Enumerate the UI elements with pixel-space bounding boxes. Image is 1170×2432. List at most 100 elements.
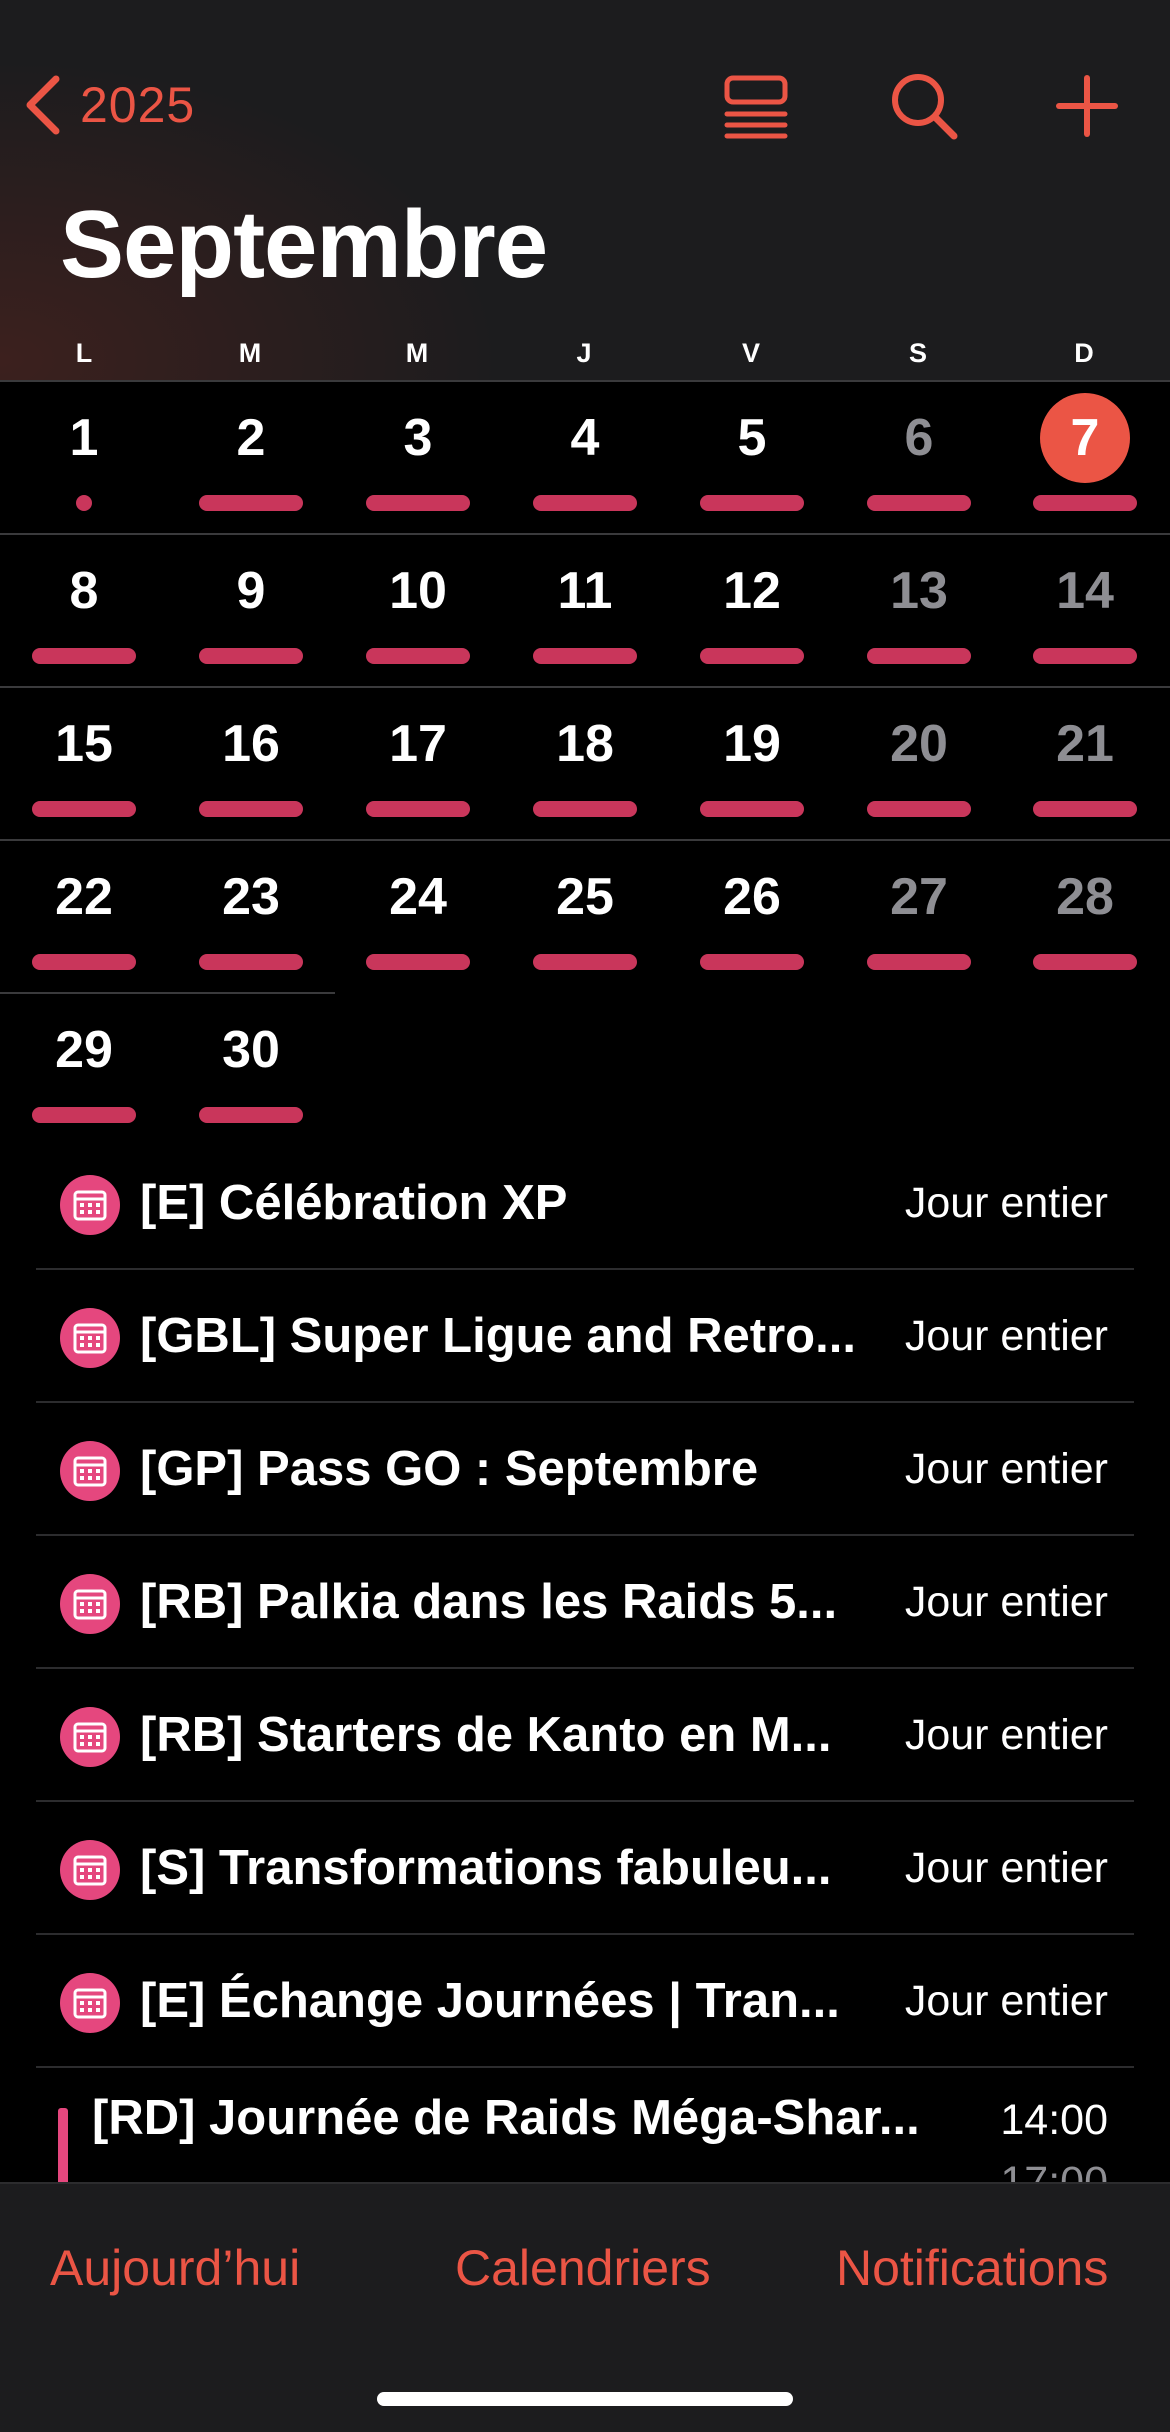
event-time: Jour entier (904, 1445, 1108, 1493)
list-view-button[interactable] (719, 68, 795, 144)
chevron-left-icon (26, 75, 60, 135)
event-dot (76, 495, 92, 511)
event-start-time: 14:00 (1000, 2096, 1108, 2144)
weekday-label: M (405, 338, 429, 368)
day-cell[interactable]: 11 (515, 561, 655, 621)
event-row[interactable]: [S] Transformations fabuleu... Jour entie… (0, 1802, 1170, 1935)
event-bar (533, 648, 637, 664)
day-cell[interactable]: 28 (1015, 867, 1155, 927)
event-bar (533, 495, 637, 511)
event-time: Jour entier (904, 1312, 1108, 1360)
calendar-icon (60, 1840, 120, 1900)
day-cell[interactable]: 9 (181, 561, 321, 621)
event-bar (1033, 801, 1137, 817)
event-bar (366, 648, 470, 664)
weekday-label: S (908, 338, 927, 368)
event-title: [GP] Pass GO : Septembre (140, 1442, 759, 1496)
day-cell[interactable]: 30 (181, 1020, 321, 1080)
event-bar (533, 954, 637, 970)
back-button[interactable]: 2025 (22, 70, 195, 140)
day-cell[interactable]: 15 (14, 714, 154, 774)
day-cell[interactable]: 3 (348, 408, 488, 468)
add-event-button[interactable] (1049, 68, 1125, 144)
day-cell[interactable]: 16 (181, 714, 321, 774)
week-separator (0, 992, 335, 994)
day-cell[interactable]: 27 (849, 867, 989, 927)
event-row[interactable]: [GBL] Super Ligue and Retro... Jour entie… (0, 1270, 1170, 1403)
event-title: [RD] Journée de Raids Méga-Shar... (92, 2091, 920, 2145)
event-time: Jour entier (904, 1711, 1108, 1759)
day-cell[interactable]: 25 (515, 867, 655, 927)
event-bar (867, 801, 971, 817)
event-row[interactable]: [E] Célébration XP Jour entier (0, 1147, 1170, 1270)
day-cell[interactable]: 19 (682, 714, 822, 774)
day-cell[interactable]: 14 (1015, 561, 1155, 621)
day-cell[interactable]: 7 (1015, 408, 1155, 468)
event-title: [GBL] Super Ligue and Retro... (140, 1309, 856, 1363)
event-bar (700, 954, 804, 970)
event-row[interactable]: [GP] Pass GO : Septembre Jour entier (0, 1403, 1170, 1536)
event-bar (199, 954, 303, 970)
day-cell[interactable]: 20 (849, 714, 989, 774)
weekday-label: V (741, 338, 760, 368)
day-cell[interactable]: 13 (849, 561, 989, 621)
event-row[interactable]: [E] Échange Journées | Tran... Jour entie… (0, 1935, 1170, 2068)
day-cell[interactable]: 17 (348, 714, 488, 774)
event-bar (32, 801, 136, 817)
event-bar (700, 801, 804, 817)
day-cell[interactable]: 4 (515, 408, 655, 468)
day-cell[interactable]: 12 (682, 561, 822, 621)
event-bar (199, 495, 303, 511)
calendars-button[interactable]: Calendriers (455, 2239, 711, 2297)
plus-icon (1056, 75, 1118, 137)
month-title: Septembre (60, 191, 548, 298)
event-title: [E] Échange Journées | Tran... (140, 1974, 840, 2028)
notifications-button[interactable]: Notifications (836, 2239, 1108, 2297)
list-icon (724, 75, 788, 139)
day-cell[interactable]: 21 (1015, 714, 1155, 774)
month-grid: 1 2 3 4 5 6 7 8 9 10 11 12 13 14 15 16 17 18 19 20 21 22 23 24 2… (0, 380, 1170, 1145)
day-cell[interactable]: 26 (682, 867, 822, 927)
event-bar (867, 954, 971, 970)
timed-event-row[interactable]: [RD] Journée de Raids Méga-Shar... 14:00 1… (0, 2068, 1170, 2182)
day-cell[interactable]: 23 (181, 867, 321, 927)
calendar-icon (60, 1973, 120, 2033)
event-bar (32, 648, 136, 664)
event-bar (32, 954, 136, 970)
event-title: [RB] Starters de Kanto en M... (140, 1708, 832, 1762)
today-button[interactable]: Aujourd’hui (50, 2239, 300, 2297)
event-bar (700, 648, 804, 664)
day-cell[interactable]: 29 (14, 1020, 154, 1080)
event-title: [RB] Palkia dans les Raids 5... (140, 1575, 838, 1629)
day-cell[interactable]: 10 (348, 561, 488, 621)
weekday-label: L (75, 338, 93, 368)
event-bar (533, 801, 637, 817)
event-bar (867, 495, 971, 511)
event-bar (366, 801, 470, 817)
day-cell[interactable]: 22 (14, 867, 154, 927)
event-row[interactable]: [RB] Starters de Kanto en M... Jour entie… (0, 1669, 1170, 1802)
day-cell[interactable]: 18 (515, 714, 655, 774)
day-cell[interactable]: 24 (348, 867, 488, 927)
weekday-label: J (576, 338, 592, 368)
day-cell[interactable]: 6 (849, 408, 989, 468)
day-cell[interactable]: 2 (181, 408, 321, 468)
calendar-icon (60, 1574, 120, 1634)
event-time: Jour entier (904, 1844, 1108, 1892)
event-bar (1033, 495, 1137, 511)
event-bar (867, 648, 971, 664)
day-cell[interactable]: 1 (14, 408, 154, 468)
event-bar (366, 495, 470, 511)
event-time: Jour entier (904, 1977, 1108, 2025)
event-bar (199, 801, 303, 817)
calendar-icon (60, 1441, 120, 1501)
search-button[interactable] (886, 68, 962, 144)
event-time: Jour entier (904, 1578, 1108, 1626)
day-cell[interactable]: 5 (682, 408, 822, 468)
weekday-label: D (1074, 338, 1094, 368)
week-separator (0, 380, 1170, 382)
event-row[interactable]: [RB] Palkia dans les Raids 5... Jour enti… (0, 1536, 1170, 1669)
event-bar (1033, 954, 1137, 970)
day-cell[interactable]: 8 (14, 561, 154, 621)
calendar-icon (60, 1308, 120, 1368)
